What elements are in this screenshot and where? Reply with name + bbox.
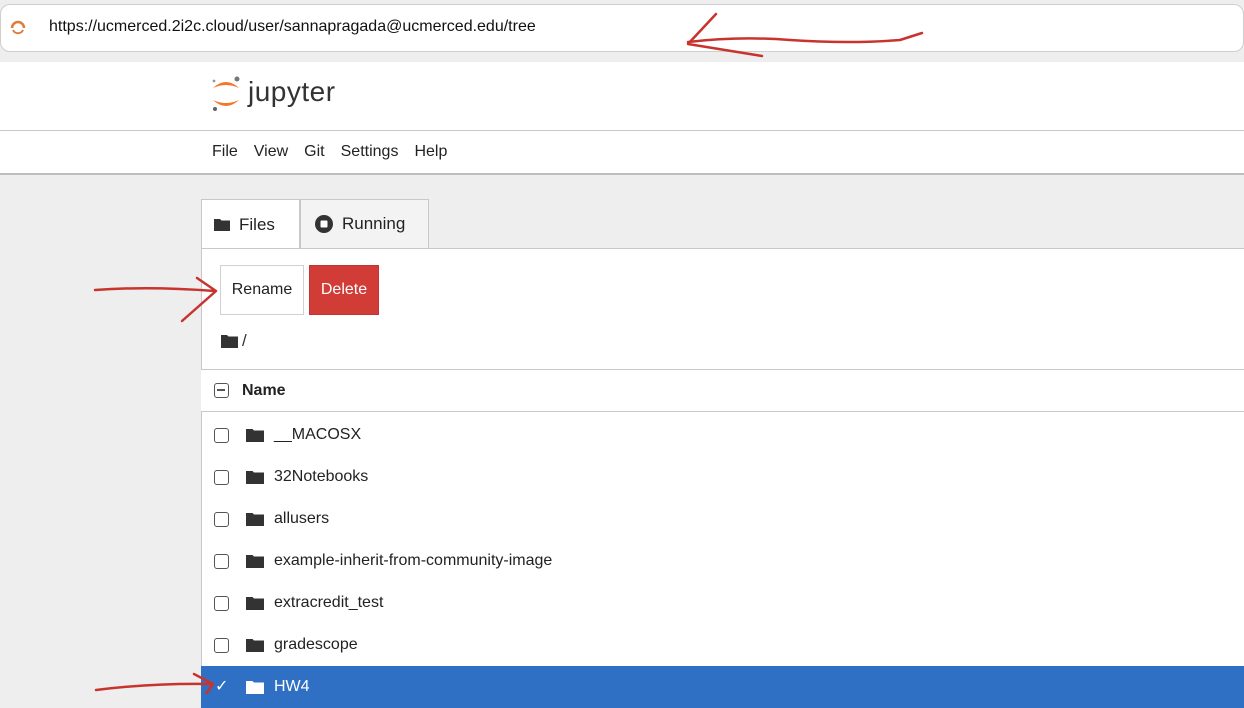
menu-file[interactable]: File bbox=[212, 143, 238, 161]
list-header: Name bbox=[201, 369, 1244, 412]
stop-circle-icon bbox=[315, 215, 333, 233]
folder-icon bbox=[246, 428, 264, 442]
menu-git[interactable]: Git bbox=[304, 143, 324, 161]
row-checkbox[interactable] bbox=[214, 637, 229, 653]
checkmark-icon: ✓ bbox=[215, 677, 229, 695]
select-all-checkbox[interactable] bbox=[214, 383, 229, 398]
minus-icon bbox=[217, 389, 225, 391]
row-checkbox[interactable] bbox=[214, 427, 229, 443]
url-text[interactable]: https://ucmerced.2i2c.cloud/user/sannapr… bbox=[49, 18, 536, 36]
list-item[interactable]: __MACOSX bbox=[201, 414, 1244, 456]
folder-icon bbox=[214, 218, 230, 231]
tab-files-label: Files bbox=[239, 214, 275, 234]
jupyter-header: jupyter bbox=[0, 62, 1244, 131]
folder-icon bbox=[246, 554, 264, 568]
rename-button[interactable]: Rename bbox=[220, 265, 304, 315]
tab-running[interactable]: Running bbox=[300, 199, 429, 249]
item-name[interactable]: gradescope bbox=[274, 636, 358, 654]
folder-icon bbox=[246, 512, 264, 526]
item-name[interactable]: allusers bbox=[274, 510, 329, 528]
row-checkbox[interactable] bbox=[214, 595, 229, 611]
row-checkbox[interactable]: ✓ bbox=[214, 678, 229, 695]
breadcrumb: / bbox=[221, 331, 247, 351]
jupyter-logo-icon[interactable] bbox=[210, 74, 242, 119]
tab-files[interactable]: Files bbox=[201, 199, 300, 249]
item-name[interactable]: example-inherit-from-community-image bbox=[274, 552, 552, 570]
menu-settings[interactable]: Settings bbox=[341, 143, 399, 161]
folder-icon bbox=[246, 470, 264, 484]
menu-view[interactable]: View bbox=[254, 143, 288, 161]
jupyter-logo-text[interactable]: jupyter bbox=[248, 76, 336, 108]
item-name[interactable]: extracredit_test bbox=[274, 594, 383, 612]
folder-icon bbox=[246, 596, 264, 610]
annotation-arrow-rename bbox=[93, 286, 217, 293]
list-item[interactable]: extracredit_test bbox=[201, 582, 1244, 624]
column-header-name[interactable]: Name bbox=[242, 382, 286, 400]
address-bar[interactable]: https://ucmerced.2i2c.cloud/user/sannapr… bbox=[0, 4, 1244, 52]
item-name[interactable]: __MACOSX bbox=[274, 426, 361, 444]
menu-help[interactable]: Help bbox=[414, 143, 447, 161]
file-list: __MACOSX 32Notebooks allusers example-in… bbox=[201, 414, 1244, 708]
list-item-selected[interactable]: ✓ HW4 bbox=[201, 666, 1244, 708]
list-item[interactable]: gradescope bbox=[201, 624, 1244, 666]
list-item[interactable]: 32Notebooks bbox=[201, 456, 1244, 498]
item-name[interactable]: HW4 bbox=[274, 678, 310, 696]
list-item[interactable]: example-inherit-from-community-image bbox=[201, 540, 1244, 582]
list-item[interactable]: allusers bbox=[201, 498, 1244, 540]
folder-icon[interactable] bbox=[221, 334, 238, 348]
loading-spinner-icon bbox=[10, 20, 26, 36]
delete-button[interactable]: Delete bbox=[309, 265, 379, 315]
annotation-arrow-hw4 bbox=[94, 682, 214, 692]
tab-running-label: Running bbox=[342, 214, 406, 233]
row-checkbox[interactable] bbox=[214, 553, 229, 569]
folder-icon bbox=[246, 680, 264, 694]
item-name[interactable]: 32Notebooks bbox=[274, 468, 368, 486]
row-checkbox[interactable] bbox=[214, 469, 229, 485]
folder-icon bbox=[246, 638, 264, 652]
breadcrumb-path[interactable]: / bbox=[242, 331, 247, 351]
menu-bar: File View Git Settings Help bbox=[0, 131, 1244, 175]
row-checkbox[interactable] bbox=[214, 511, 229, 527]
